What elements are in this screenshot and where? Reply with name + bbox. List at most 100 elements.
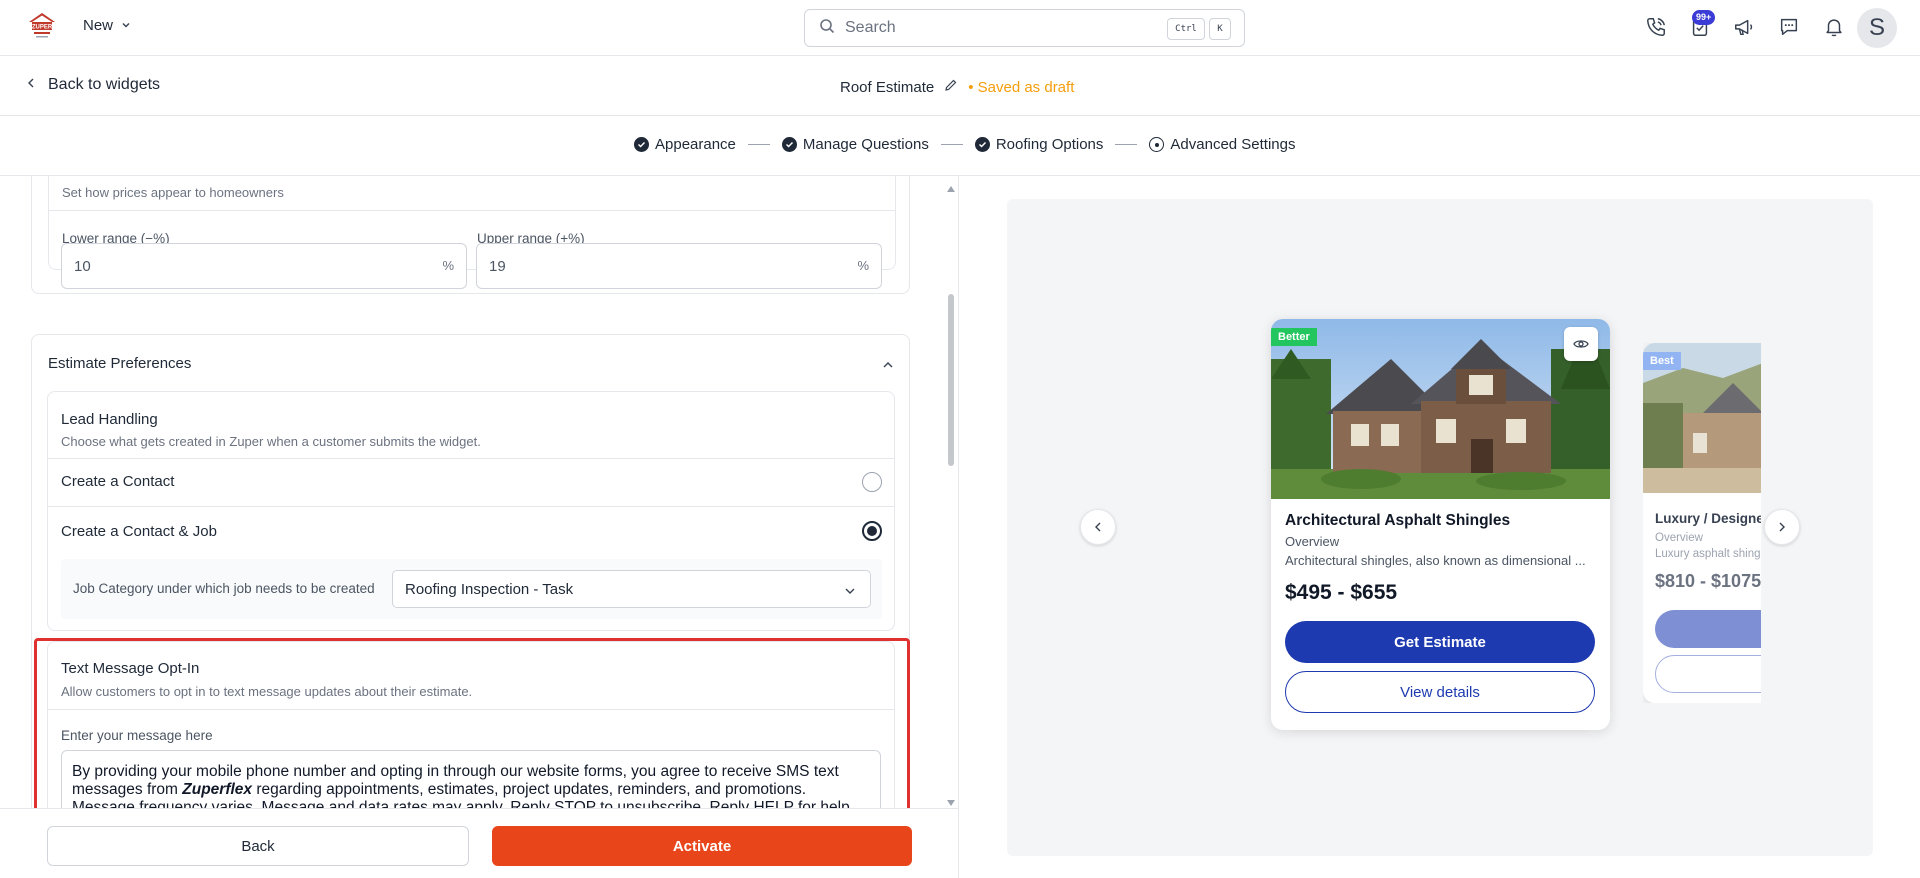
- search-icon: [819, 18, 835, 39]
- scroll-up-arrow-icon[interactable]: [946, 180, 956, 198]
- upper-range-input[interactable]: 19 %: [476, 243, 882, 289]
- scroll-down-arrow-icon[interactable]: [946, 794, 956, 808]
- get-estimate-button[interactable]: [1655, 610, 1761, 648]
- roofing-option-card[interactable]: Better Architectural Asphalt Shingles Ov…: [1271, 319, 1610, 730]
- chevron-down-icon: [844, 583, 856, 600]
- panel-divider: [958, 176, 959, 878]
- megaphone-icon[interactable]: [1731, 14, 1757, 40]
- new-menu-button[interactable]: New: [83, 17, 131, 34]
- step-label: Roofing Options: [995, 136, 1104, 153]
- option-description: Luxury asphalt shingles: [1655, 548, 1761, 560]
- option-label: Create a Contact & Job: [61, 523, 217, 540]
- view-details-button[interactable]: View details: [1285, 671, 1595, 713]
- settings-panel[interactable]: Set how prices appear to homeowners Lowe…: [0, 176, 958, 808]
- activate-button[interactable]: Activate: [492, 826, 912, 866]
- step-connector: [940, 144, 963, 145]
- widget-preview: Better Architectural Asphalt Shingles Ov…: [1007, 199, 1873, 856]
- sms-opt-in-description: Allow customers to opt in to text messag…: [61, 684, 473, 699]
- save-status: • Saved as draft: [968, 78, 1075, 96]
- job-category-label: Job Category under which job needs to be…: [73, 581, 375, 596]
- price-display-description: Set how prices appear to homeowners: [62, 185, 284, 200]
- sms-opt-in-title: Text Message Opt-In: [61, 660, 200, 677]
- company-logo[interactable]: ZUPER: [26, 10, 58, 42]
- job-category-value: Roofing Inspection - Task: [405, 581, 574, 598]
- notification-count-badge: 99+: [1692, 10, 1716, 25]
- check-circle-icon: [634, 137, 649, 152]
- divider: [48, 709, 894, 710]
- price-range: $495 - $655: [1285, 581, 1398, 604]
- carousel-prev-button[interactable]: [1080, 509, 1116, 545]
- radio-create-contact[interactable]: [862, 472, 882, 492]
- house-photo: [1271, 319, 1610, 499]
- message-field-label: Enter your message here: [61, 728, 213, 743]
- widget-title-group: Roof Estimate • Saved as draft: [840, 78, 1074, 96]
- option-title: Luxury / Designer: [1655, 511, 1761, 526]
- top-navigation-bar: ZUPER New Search Ctrl K 99+ S: [0, 0, 1920, 56]
- estimate-preferences-title: Estimate Preferences: [48, 355, 192, 372]
- back-button[interactable]: Back: [47, 826, 469, 866]
- back-to-widgets-label: Back to widgets: [48, 76, 161, 93]
- current-step-icon: [1149, 137, 1165, 152]
- radio-create-contact-and-job[interactable]: [862, 521, 882, 541]
- overview-label: Overview: [1285, 534, 1340, 549]
- message-brand-name: Zuperflex: [182, 781, 253, 798]
- check-circle-icon: [974, 137, 990, 152]
- step-connector: [1115, 144, 1138, 145]
- lower-range-input[interactable]: 10 %: [61, 243, 467, 289]
- percent-unit: %: [442, 258, 454, 273]
- job-category-select[interactable]: Roofing Inspection - Task: [392, 570, 871, 608]
- tier-badge: Best: [1643, 352, 1681, 370]
- sms-message-textarea[interactable]: By providing your mobile phone number an…: [61, 750, 881, 808]
- search-input[interactable]: Search Ctrl K: [804, 9, 1245, 47]
- scrollbar-thumb[interactable]: [948, 294, 954, 466]
- lead-handling-title: Lead Handling: [61, 411, 158, 428]
- tier-badge: Better: [1271, 328, 1317, 346]
- chat-icon[interactable]: [1776, 14, 1802, 40]
- step-advanced-settings[interactable]: Advanced Settings: [1149, 136, 1296, 153]
- step-appearance[interactable]: Appearance: [634, 136, 736, 153]
- price-range: $810 - $1075: [1655, 571, 1761, 591]
- widget-title: Roof Estimate: [840, 78, 935, 96]
- new-label: New: [83, 17, 114, 34]
- overview-label: Overview: [1655, 532, 1703, 544]
- step-label: Appearance: [655, 136, 736, 153]
- shortcut-ctrl-key: Ctrl: [1167, 18, 1205, 40]
- wizard-footer: Back Activate: [0, 808, 958, 878]
- option-description: Architectural shingles, also known as di…: [1285, 553, 1586, 568]
- lead-handling-description: Choose what gets created in Zuper when a…: [61, 434, 481, 449]
- chevron-up-icon[interactable]: [882, 357, 894, 375]
- user-avatar[interactable]: S: [1857, 8, 1897, 48]
- upper-range-value: 19: [489, 258, 506, 275]
- step-label: Manage Questions: [802, 136, 929, 153]
- option-create-contact[interactable]: Create a Contact: [48, 458, 894, 506]
- edit-pencil-icon[interactable]: [944, 78, 958, 96]
- option-label: Create a Contact: [61, 473, 175, 490]
- eye-icon[interactable]: [1564, 327, 1598, 361]
- back-to-widgets-link[interactable]: Back to widgets: [26, 76, 160, 94]
- chevron-left-icon: [26, 76, 36, 94]
- roofing-option-card-next[interactable]: Best Luxury / Designer Overview Luxury a…: [1643, 343, 1761, 703]
- step-manage-questions[interactable]: Manage Questions: [781, 136, 929, 153]
- check-circle-icon: [781, 137, 797, 152]
- step-roofing-options[interactable]: Roofing Options: [974, 136, 1104, 153]
- chevron-down-icon: [121, 17, 131, 34]
- wizard-stepper: Appearance Manage Questions Roofing Opti…: [0, 116, 1920, 176]
- bell-icon[interactable]: [1821, 14, 1847, 40]
- get-estimate-button[interactable]: Get Estimate: [1285, 621, 1595, 663]
- step-connector: [747, 144, 770, 145]
- widget-header: Back to widgets Roof Estimate • Saved as…: [0, 56, 1920, 116]
- divider: [49, 210, 895, 211]
- percent-unit: %: [857, 258, 869, 273]
- view-details-button[interactable]: [1655, 655, 1761, 693]
- vertical-scrollbar[interactable]: [945, 176, 957, 808]
- avatar-initial: S: [1868, 14, 1885, 41]
- svg-text:ZUPER: ZUPER: [32, 25, 53, 31]
- option-create-contact-and-job[interactable]: Create a Contact & Job: [48, 507, 894, 555]
- step-label: Advanced Settings: [1170, 136, 1296, 153]
- search-placeholder: Search: [845, 19, 896, 36]
- shortcut-k-key: K: [1209, 18, 1231, 40]
- lower-range-value: 10: [74, 258, 91, 275]
- option-title: Architectural Asphalt Shingles: [1285, 512, 1511, 529]
- phone-icon[interactable]: [1643, 14, 1669, 40]
- carousel-next-button[interactable]: [1764, 509, 1800, 545]
